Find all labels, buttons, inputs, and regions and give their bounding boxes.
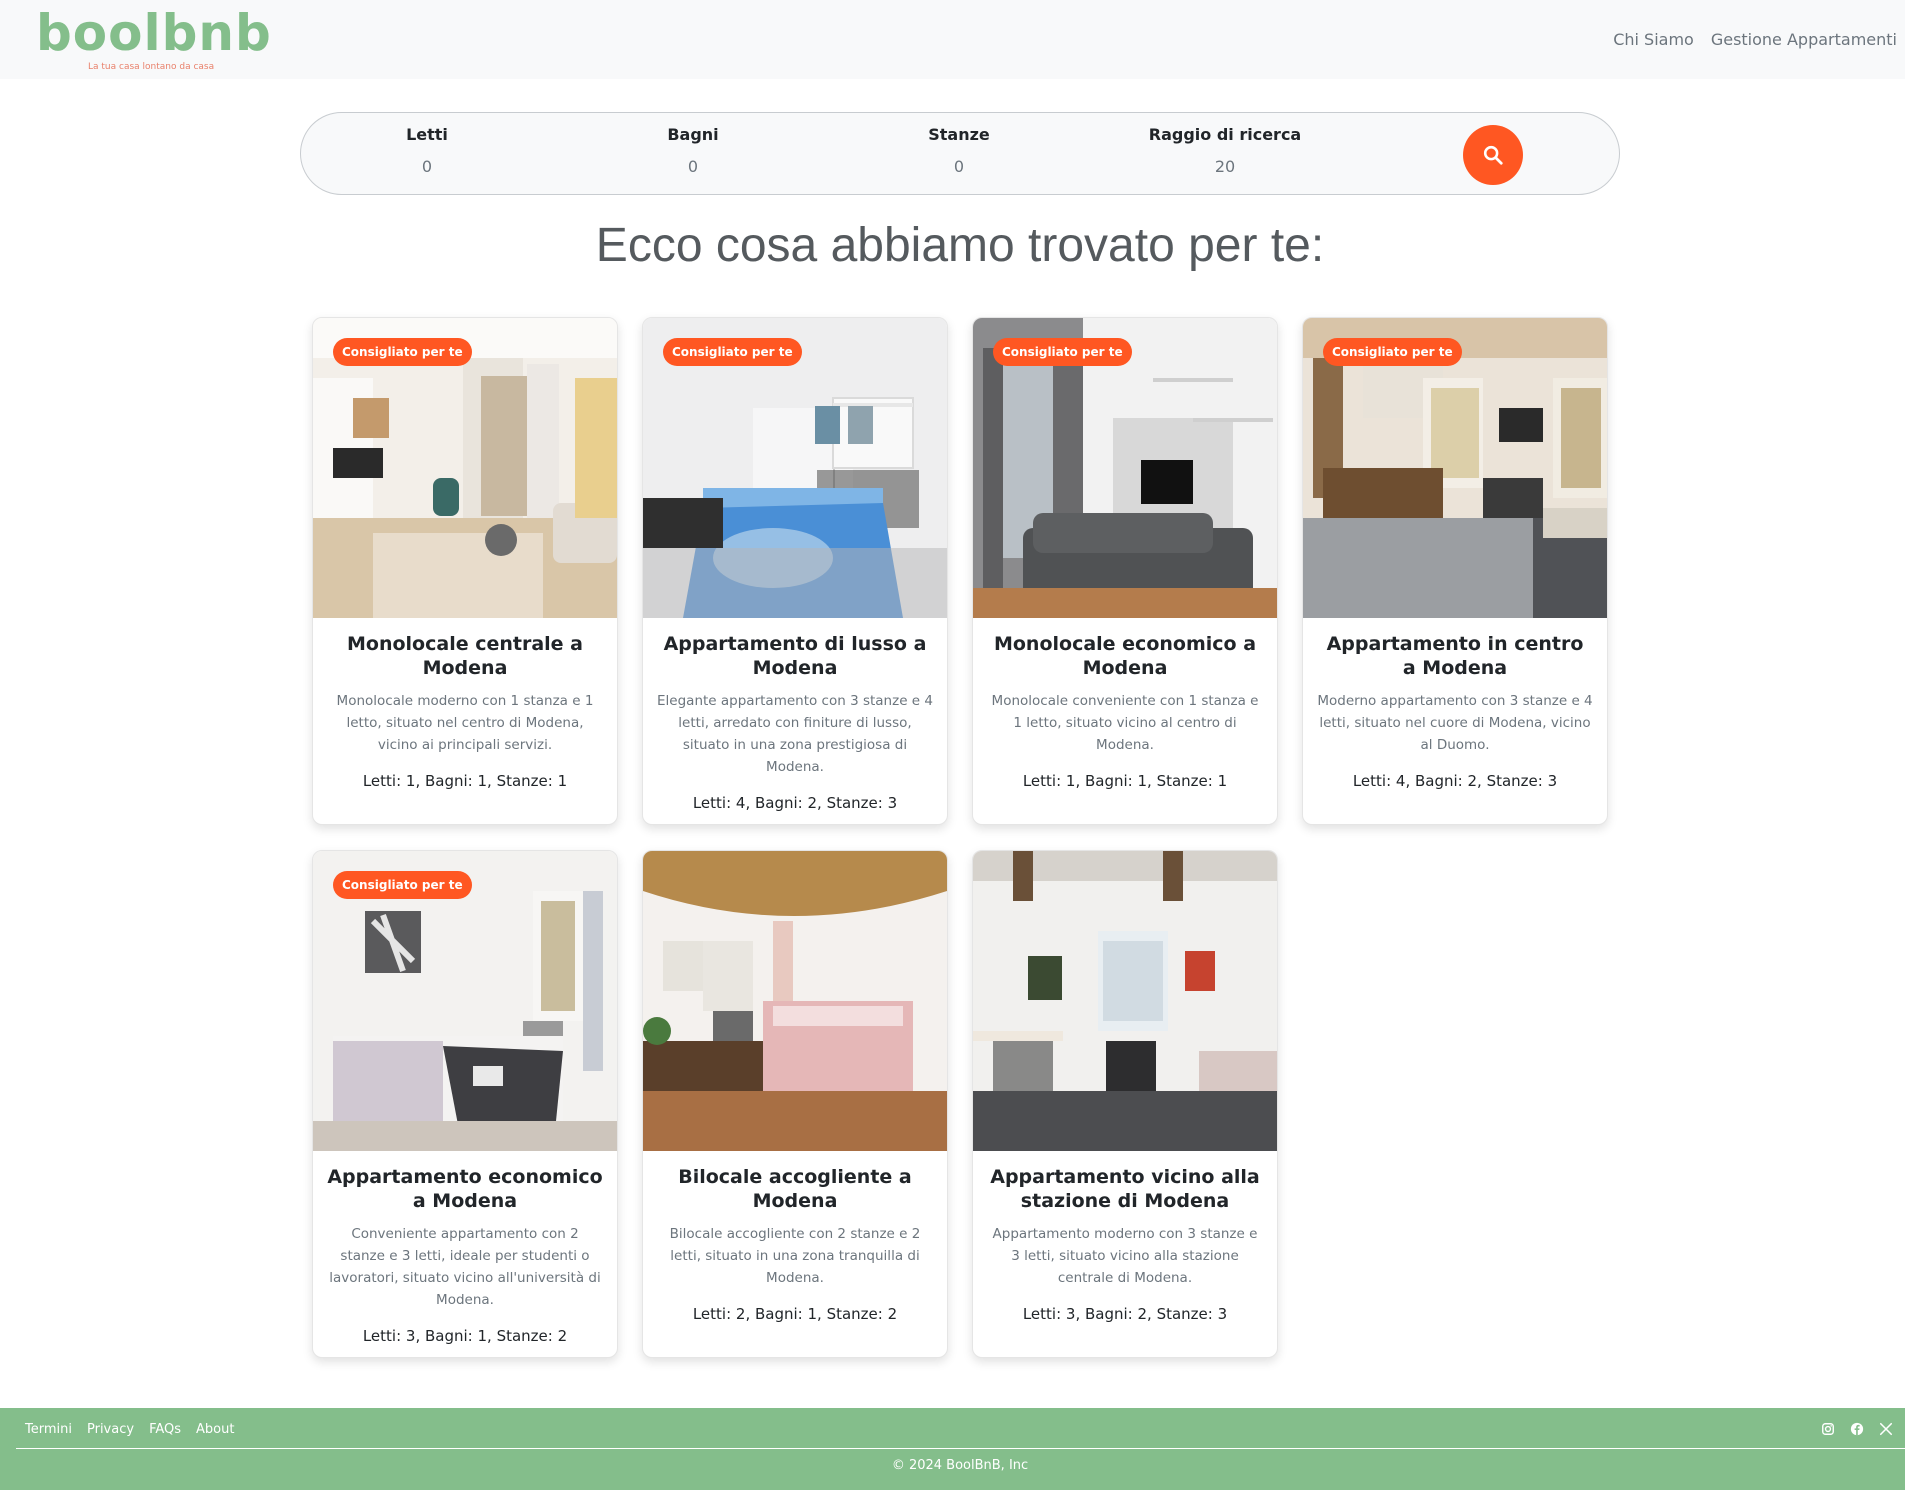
card-body: Appartamento di lusso a Modena Elegante … (643, 618, 947, 824)
apartment-specs: Letti: 1, Bagni: 1, Stanze: 1 (362, 772, 568, 790)
apartment-card[interactable]: Consigliato per te Appartamento in centr… (1302, 317, 1608, 825)
search-field-letti[interactable]: Letti 0 (357, 123, 497, 179)
apartment-description: Monolocale moderno con 1 stanza e 1 lett… (336, 693, 594, 753)
footer-link-privacy[interactable]: Privacy (87, 1422, 134, 1437)
field-label: Stanze (928, 125, 990, 144)
apartment-specs: Letti: 1, Bagni: 1, Stanze: 1 (1022, 772, 1228, 790)
field-label: Raggio di ricerca (1148, 125, 1302, 144)
card-body: Monolocale economico a Modena Monolocale… (973, 618, 1277, 810)
apartment-card[interactable]: Consigliato per te Monolocale centrale a… (312, 317, 618, 825)
apartment-title[interactable]: Appartamento vicino alla stazione di Mod… (987, 1165, 1263, 1213)
apartment-description: Monolocale conveniente con 1 stanza e 1 … (991, 693, 1259, 753)
apartment-title[interactable]: Appartamento in centro a Modena (1317, 632, 1593, 680)
logo[interactable]: boolbnb La tua casa lontano da casa (36, 8, 271, 74)
nav-link-chi-siamo[interactable]: Chi Siamo (1613, 30, 1694, 49)
card-body: Appartamento vicino alla stazione di Mod… (973, 1151, 1277, 1343)
footer-link-termini[interactable]: Termini (25, 1422, 72, 1437)
apartment-card[interactable]: Consigliato per te Appartamento economic… (312, 850, 618, 1358)
field-value[interactable]: 0 (889, 155, 1029, 179)
footer-link-about[interactable]: About (196, 1422, 234, 1437)
footer-link-faqs[interactable]: FAQs (149, 1422, 181, 1437)
apartment-description: Appartamento moderno con 3 stanze e 3 le… (992, 1226, 1258, 1286)
apartment-specs: Letti: 4, Bagni: 2, Stanze: 3 (1352, 772, 1558, 790)
nav-link-gestione-appartamenti[interactable]: Gestione Appartamenti (1711, 30, 1897, 49)
apartment-specs: Letti: 3, Bagni: 2, Stanze: 3 (1022, 1305, 1228, 1323)
recommended-badge: Consigliato per te (333, 871, 472, 899)
logo-tagline: La tua casa lontano da casa (88, 62, 215, 72)
search-icon (1483, 145, 1503, 165)
field-value[interactable]: 0 (357, 155, 497, 179)
apartment-card[interactable]: Bilocale accogliente a Modena Bilocale a… (642, 850, 948, 1358)
apartment-title[interactable]: Monolocale economico a Modena (987, 632, 1263, 680)
apartment-title[interactable]: Monolocale centrale a Modena (327, 632, 603, 680)
recommended-badge: Consigliato per te (993, 338, 1132, 366)
apartment-photo: Consigliato per te (313, 851, 617, 1151)
apartment-specs: Letti: 4, Bagni: 2, Stanze: 3 (692, 794, 898, 812)
field-label: Letti (406, 125, 448, 144)
apartment-photo: Consigliato per te (973, 318, 1277, 618)
field-value[interactable]: 0 (623, 155, 763, 179)
apartment-description: Moderno appartamento con 3 stanze e 4 le… (1317, 693, 1593, 753)
search-field-raggio[interactable]: Raggio di ricerca 20 (1135, 123, 1315, 179)
search-field-bagni[interactable]: Bagni 0 (623, 123, 763, 179)
apartment-photo (643, 851, 947, 1151)
apartment-photo: Consigliato per te (313, 318, 617, 618)
apartment-title[interactable]: Appartamento economico a Modena (327, 1165, 603, 1213)
footer-links: Termini Privacy FAQs About (25, 1422, 234, 1437)
search-button[interactable] (1463, 125, 1523, 185)
nav-links: Chi Siamo Gestione Appartamenti (1613, 30, 1897, 49)
search-bar: Letti 0 Bagni 0 Stanze 0 Raggio di ricer… (300, 112, 1620, 195)
card-body: Bilocale accogliente a Modena Bilocale a… (643, 1151, 947, 1343)
apartment-description: Elegante appartamento con 3 stanze e 4 l… (657, 693, 933, 775)
apartment-photo: Consigliato per te (1303, 318, 1607, 618)
card-body: Appartamento economico a Modena Convenie… (313, 1151, 617, 1357)
navbar: boolbnb La tua casa lontano da casa Chi … (0, 0, 1905, 79)
logo-text: boolbnb (36, 4, 272, 62)
recommended-badge: Consigliato per te (1323, 338, 1462, 366)
instagram-icon[interactable] (1821, 1422, 1835, 1436)
apartment-specs: Letti: 3, Bagni: 1, Stanze: 2 (362, 1327, 568, 1345)
recommended-badge: Consigliato per te (333, 338, 472, 366)
facebook-icon[interactable] (1850, 1422, 1864, 1436)
apartment-title[interactable]: Appartamento di lusso a Modena (657, 632, 933, 680)
apartment-title[interactable]: Bilocale accogliente a Modena (657, 1165, 933, 1213)
field-label: Bagni (667, 125, 719, 144)
field-value[interactable]: 20 (1135, 155, 1315, 179)
footer-divider (16, 1448, 1905, 1449)
card-body: Monolocale centrale a Modena Monolocale … (313, 618, 617, 810)
apartment-specs: Letti: 2, Bagni: 1, Stanze: 2 (692, 1305, 898, 1323)
social-icons (1821, 1422, 1893, 1436)
apartment-card[interactable]: Consigliato per te Appartamento di lusso… (642, 317, 948, 825)
footer: Termini Privacy FAQs About © 2024 BoolBn… (0, 1408, 1905, 1490)
apartment-photo (973, 851, 1277, 1151)
card-body: Appartamento in centro a Modena Moderno … (1303, 618, 1607, 810)
recommended-badge: Consigliato per te (663, 338, 802, 366)
search-field-stanze[interactable]: Stanze 0 (889, 123, 1029, 179)
apartment-description: Bilocale accogliente con 2 stanze e 2 le… (669, 1226, 921, 1286)
x-icon[interactable] (1879, 1422, 1893, 1436)
copyright: © 2024 BoolBnB, Inc (891, 1458, 1029, 1473)
results-heading: Ecco cosa abbiamo trovato per te: (595, 219, 1325, 272)
apartment-description: Conveniente appartamento con 2 stanze e … (329, 1226, 601, 1308)
apartment-card[interactable]: Consigliato per te Monolocale economico … (972, 317, 1278, 825)
apartment-photo: Consigliato per te (643, 318, 947, 618)
apartment-card[interactable]: Appartamento vicino alla stazione di Mod… (972, 850, 1278, 1358)
